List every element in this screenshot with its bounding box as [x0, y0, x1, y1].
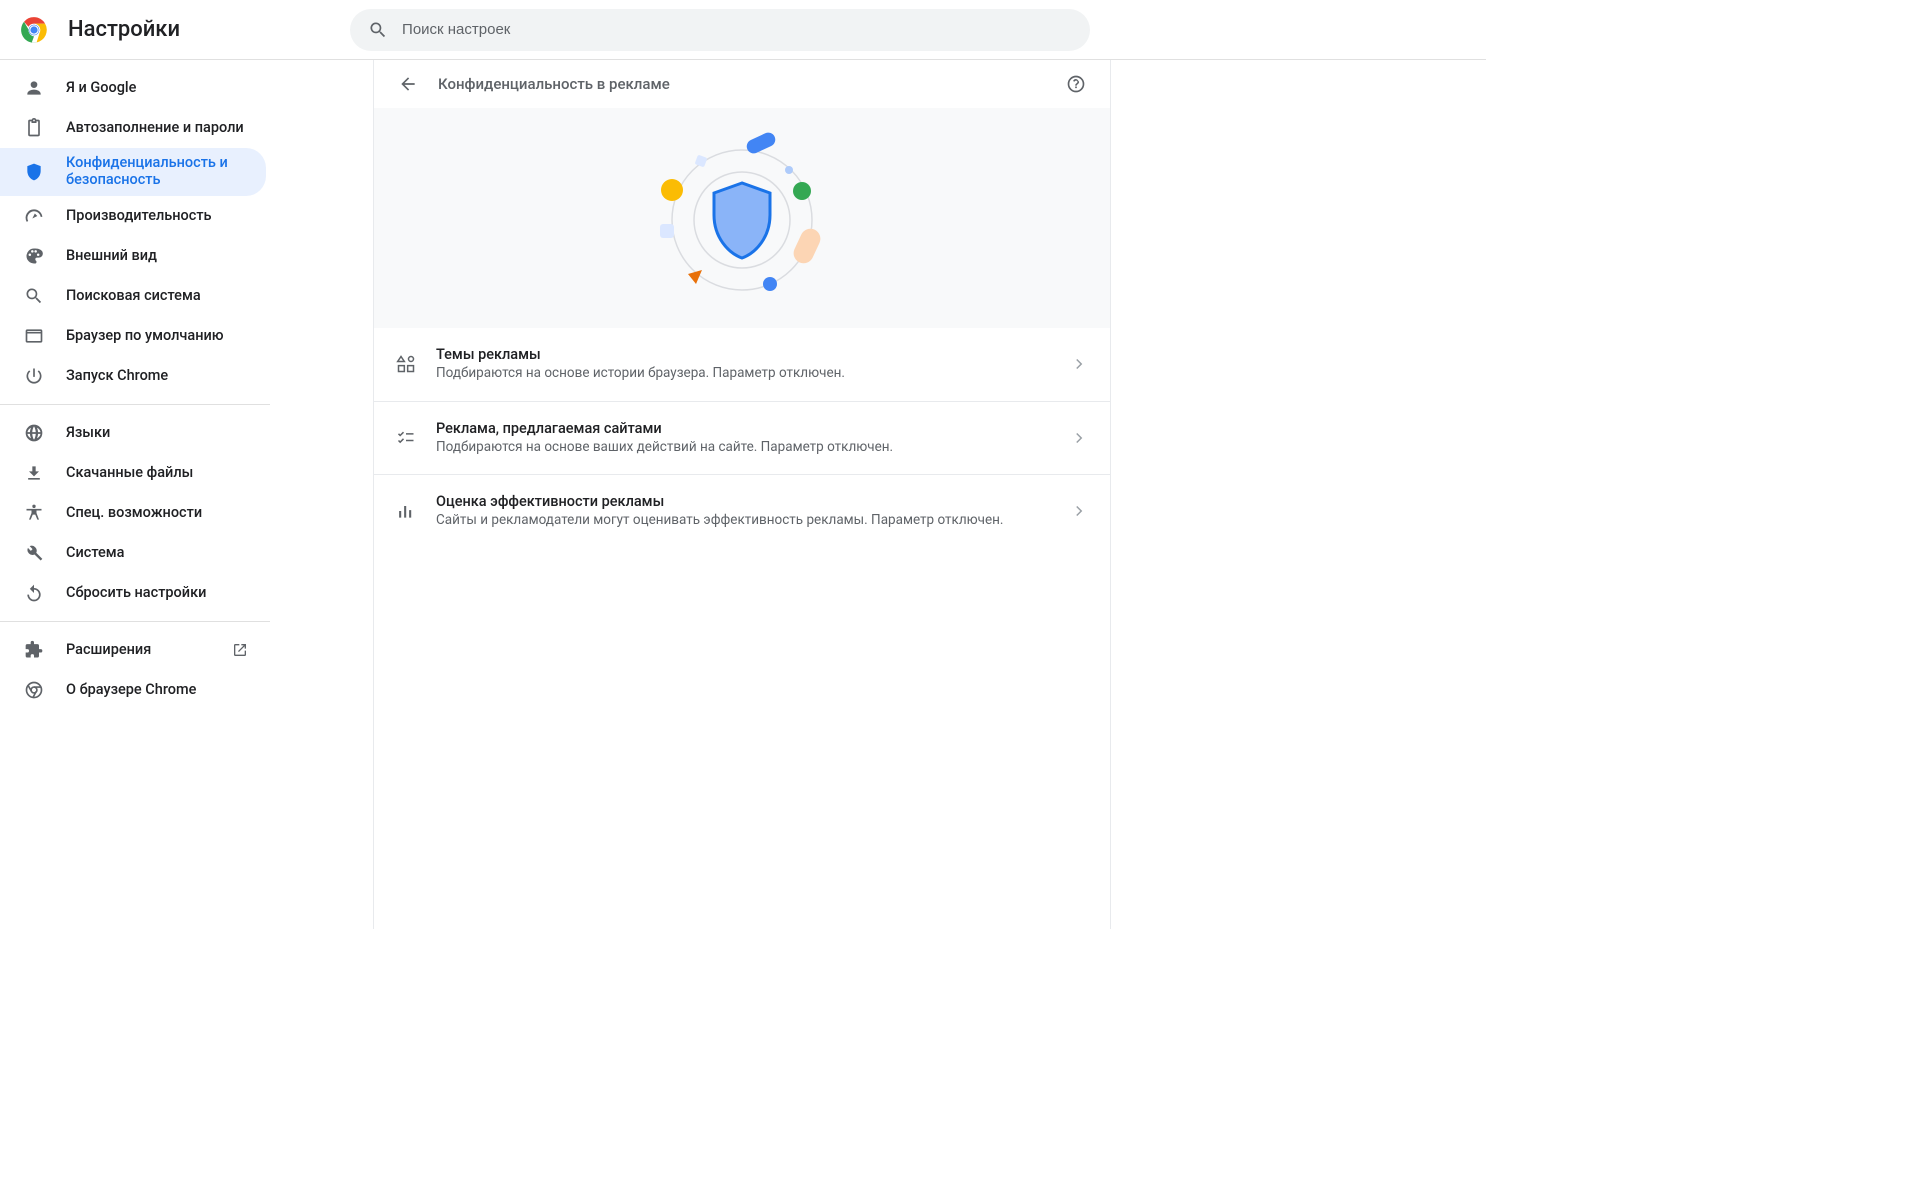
browser-icon	[24, 326, 44, 346]
person-icon	[24, 78, 44, 98]
back-button[interactable]	[392, 68, 424, 100]
sidebar-item-reset[interactable]: Сбросить настройки	[0, 573, 266, 613]
chevron-right-icon	[1070, 429, 1088, 447]
help-icon	[1066, 74, 1086, 94]
checklist-icon	[396, 428, 416, 448]
shield-icon	[24, 162, 44, 182]
app-title: Настройки	[68, 17, 180, 42]
sidebar-item-languages[interactable]: Языки	[0, 413, 266, 453]
sidebar-item-label: Внешний вид	[66, 248, 266, 265]
sidebar-item-accessibility[interactable]: Спец. возможности	[0, 493, 266, 533]
sidebar-item-label: Расширения	[66, 642, 224, 659]
search-icon	[368, 20, 388, 40]
setting-subtitle: Сайты и рекламодатели могут оценивать эф…	[436, 512, 1070, 530]
help-button[interactable]	[1060, 68, 1092, 100]
setting-row-site-ads[interactable]: Реклама, предлагаемая сайтами Подбираютс…	[374, 401, 1110, 475]
shapes-icon	[396, 354, 416, 374]
page-title: Конфиденциальность в рекламе	[438, 75, 670, 93]
sidebar-item-label: Производительность	[66, 208, 266, 225]
sidebar-item-extensions[interactable]: Расширения	[0, 630, 266, 670]
sidebar-item-downloads[interactable]: Скачанные файлы	[0, 453, 266, 493]
extension-icon	[24, 640, 44, 660]
search-container[interactable]	[350, 9, 1090, 51]
setting-text: Оценка эффективности рекламы Сайты и рек…	[436, 493, 1070, 530]
power-icon	[24, 366, 44, 386]
sidebar-item-label: О браузере Chrome	[66, 682, 266, 699]
setting-text: Темы рекламы Подбираются на основе истор…	[436, 346, 1070, 383]
sidebar-item-privacy[interactable]: Конфиденциальность и безопасность	[0, 148, 266, 196]
setting-text: Реклама, предлагаемая сайтами Подбираютс…	[436, 420, 1070, 457]
open-external-icon	[232, 642, 248, 658]
sidebar-item-appearance[interactable]: Внешний вид	[0, 236, 266, 276]
sidebar-item-you-google[interactable]: Я и Google	[0, 68, 266, 108]
download-icon	[24, 463, 44, 483]
accessibility-icon	[24, 503, 44, 523]
sidebar-item-performance[interactable]: Производительность	[0, 196, 266, 236]
setting-row-ad-measurement[interactable]: Оценка эффективности рекламы Сайты и рек…	[374, 474, 1110, 548]
sidebar: Я и Google Автозаполнение и пароли Конфи…	[0, 60, 270, 929]
chrome-logo-icon	[20, 16, 48, 44]
sidebar-divider	[0, 621, 270, 622]
setting-title: Темы рекламы	[436, 346, 1070, 363]
wrench-icon	[24, 543, 44, 563]
setting-title: Оценка эффективности рекламы	[436, 493, 1070, 510]
search-icon	[24, 286, 44, 306]
sidebar-item-label: Я и Google	[66, 80, 266, 97]
chevron-right-icon	[1070, 355, 1088, 373]
sidebar-item-label: Спец. возможности	[66, 505, 266, 522]
globe-icon	[24, 423, 44, 443]
main-content: Конфиденциальность в рекламе	[270, 60, 1486, 929]
setting-subtitle: Подбираются на основе ваших действий на …	[436, 439, 1070, 457]
sidebar-divider	[0, 404, 270, 405]
sidebar-item-label: Языки	[66, 425, 266, 442]
topbar: Настройки	[0, 0, 1486, 60]
page-header: Конфиденциальность в рекламе	[374, 60, 1110, 108]
chevron-right-icon	[1070, 502, 1088, 520]
sidebar-item-autofill[interactable]: Автозаполнение и пароли	[0, 108, 266, 148]
setting-title: Реклама, предлагаемая сайтами	[436, 420, 1070, 437]
sidebar-item-on-startup[interactable]: Запуск Chrome	[0, 356, 266, 396]
sidebar-item-default-browser[interactable]: Браузер по умолчанию	[0, 316, 266, 356]
privacy-shield-illustration-icon	[642, 128, 842, 308]
page-card: Конфиденциальность в рекламе	[373, 60, 1111, 929]
sidebar-item-system[interactable]: Система	[0, 533, 266, 573]
search-input[interactable]	[402, 21, 1072, 38]
sidebar-item-search-engine[interactable]: Поисковая система	[0, 276, 266, 316]
speedometer-icon	[24, 206, 44, 226]
setting-subtitle: Подбираются на основе истории браузера. …	[436, 365, 1070, 383]
hero-illustration	[374, 108, 1110, 328]
chrome-outline-icon	[24, 680, 44, 700]
sidebar-item-label: Браузер по умолчанию	[66, 328, 266, 345]
settings-list: Темы рекламы Подбираются на основе истор…	[374, 328, 1110, 548]
sidebar-item-label: Поисковая система	[66, 288, 266, 305]
palette-icon	[24, 246, 44, 266]
clipboard-icon	[24, 118, 44, 138]
setting-row-ad-topics[interactable]: Темы рекламы Подбираются на основе истор…	[374, 328, 1110, 401]
sidebar-item-label: Система	[66, 545, 266, 562]
sidebar-item-label: Сбросить настройки	[66, 585, 266, 602]
bar-chart-icon	[396, 501, 416, 521]
sidebar-item-label: Конфиденциальность и безопасность	[66, 155, 266, 188]
sidebar-item-label: Автозаполнение и пароли	[66, 120, 266, 137]
sidebar-item-label: Скачанные файлы	[66, 465, 266, 482]
arrow-left-icon	[398, 74, 418, 94]
reset-icon	[24, 583, 44, 603]
sidebar-item-about[interactable]: О браузере Chrome	[0, 670, 266, 710]
sidebar-item-label: Запуск Chrome	[66, 368, 266, 385]
